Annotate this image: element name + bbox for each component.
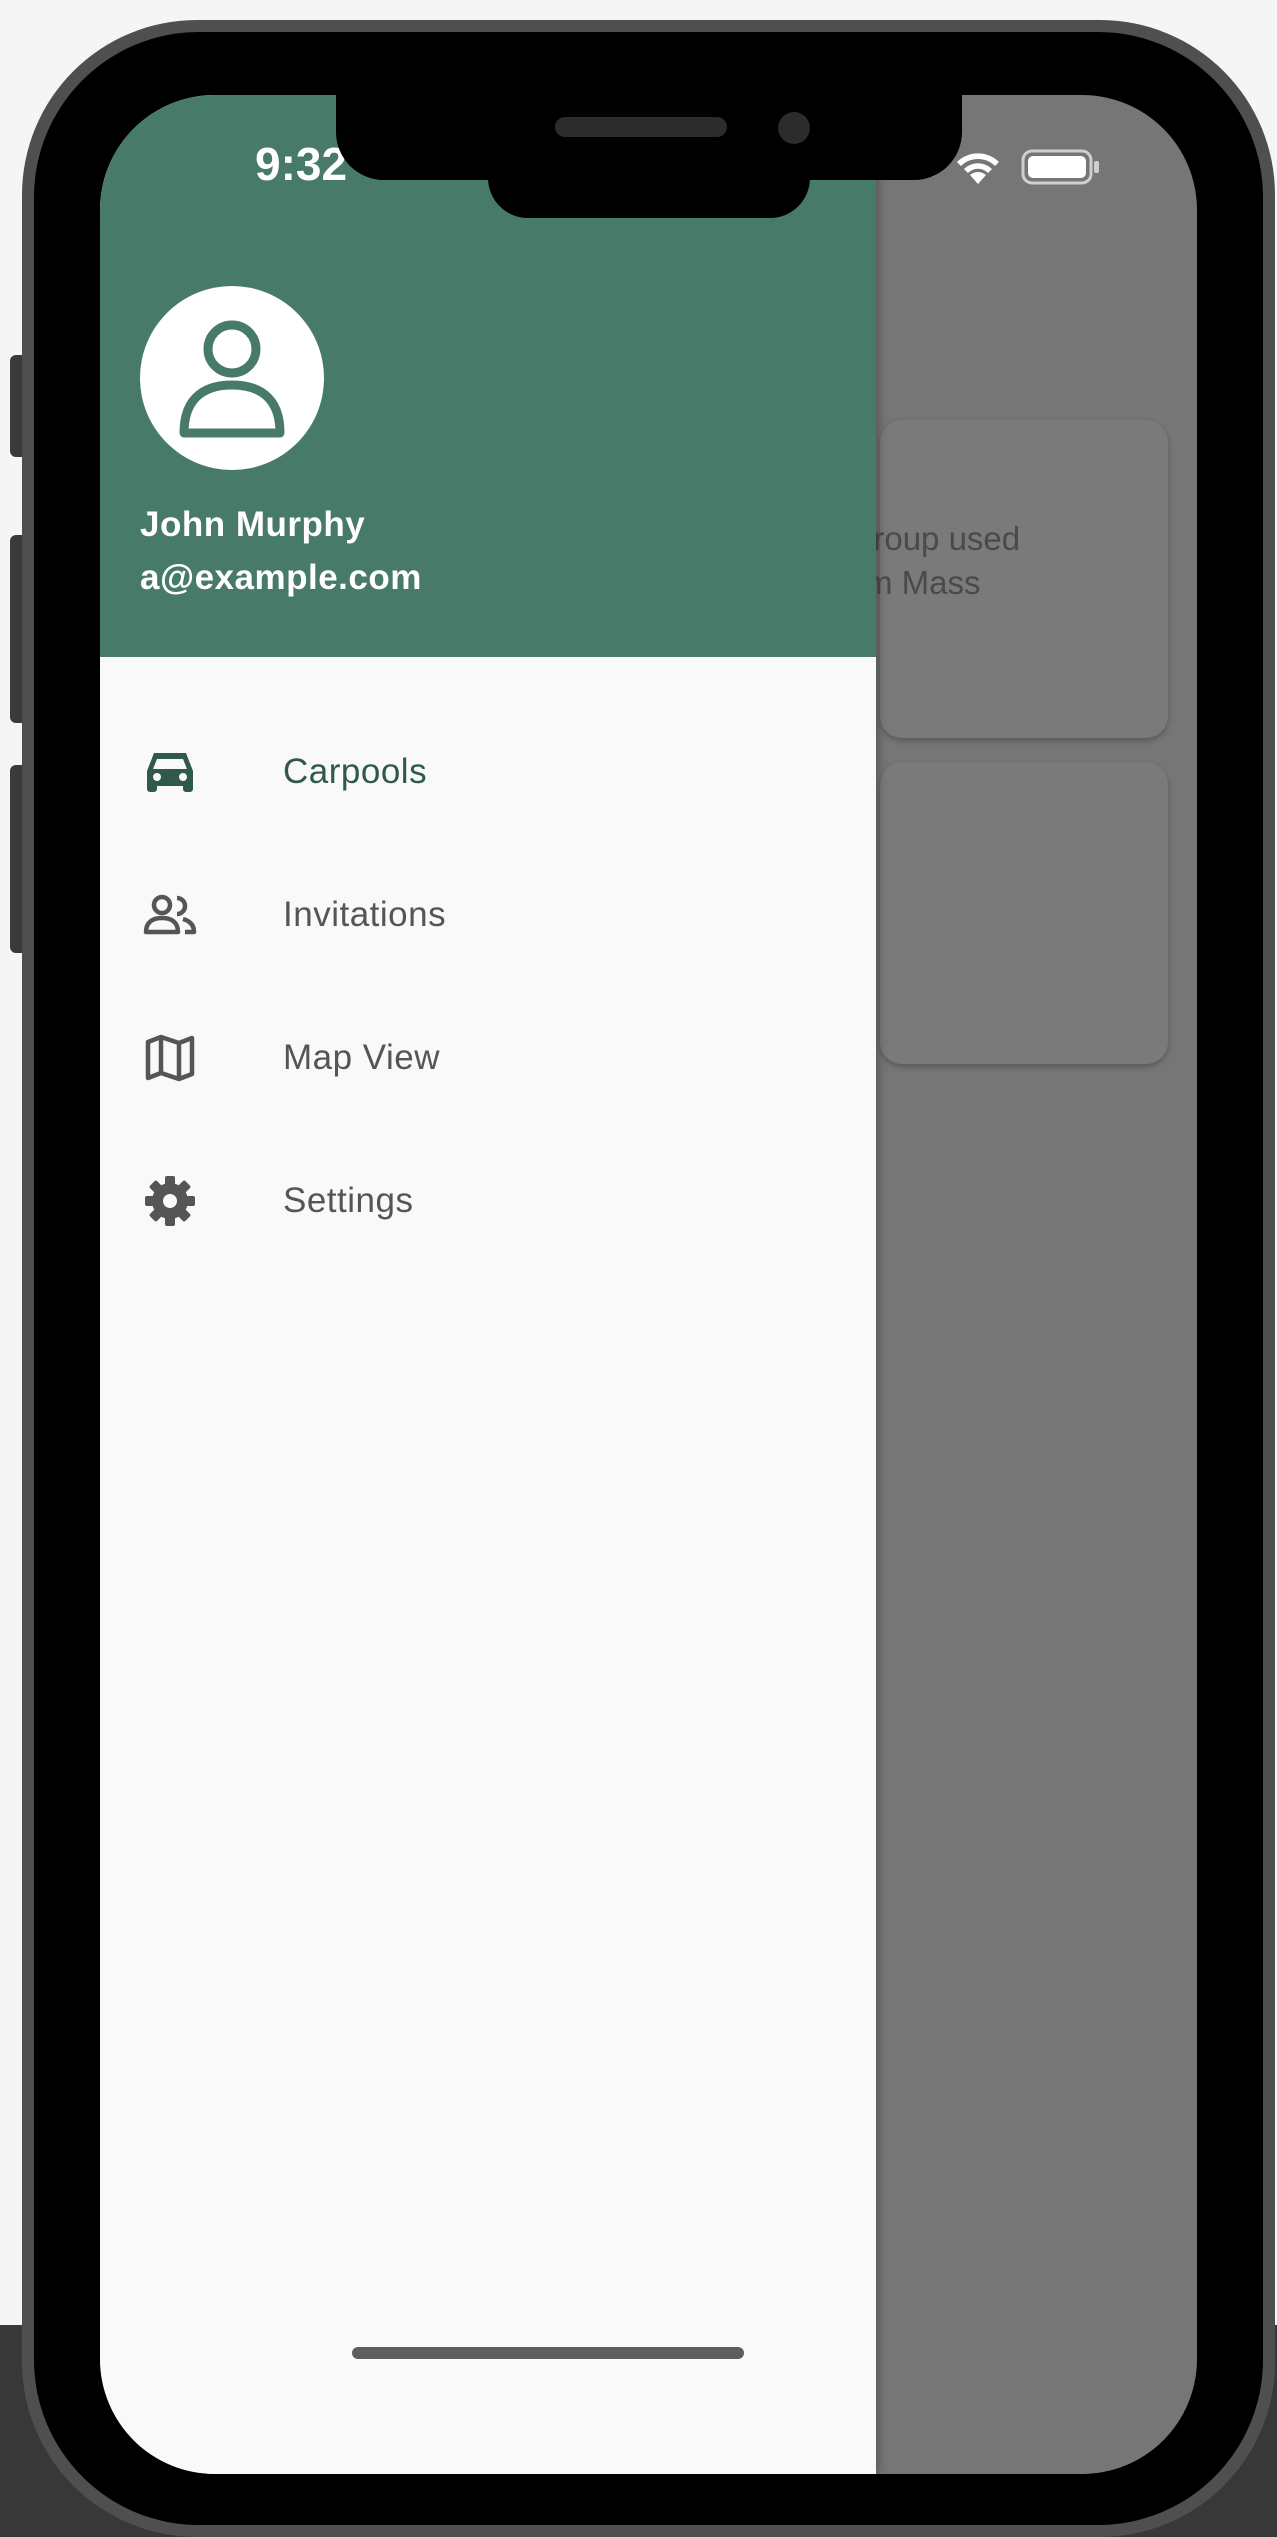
phone-notch-lip: [488, 170, 810, 218]
user-email: a@example.com: [140, 558, 422, 597]
menu-item-invitations[interactable]: Invitations: [100, 843, 876, 986]
speaker-grille: [555, 117, 727, 137]
home-indicator[interactable]: [352, 2347, 744, 2359]
people-icon: [142, 887, 198, 943]
menu-item-map-view[interactable]: Map View: [100, 986, 876, 1129]
phone-screen: group used m Mass 9:32 John Murphy a@exa…: [100, 95, 1197, 2474]
status-time: 9:32: [255, 138, 348, 190]
map-icon: [142, 1030, 198, 1086]
background-card[interactable]: [880, 762, 1168, 1064]
menu-item-settings[interactable]: Settings: [100, 1129, 876, 1272]
menu-item-carpools[interactable]: Carpools: [100, 700, 876, 843]
avatar[interactable]: [140, 286, 324, 470]
menu-item-label: Settings: [283, 1180, 414, 1220]
menu-item-label: Carpools: [283, 751, 428, 791]
background-card-text: group used m Mass: [855, 520, 1021, 601]
menu-item-label: Invitations: [283, 894, 447, 934]
phone-notch: [336, 95, 962, 180]
menu-item-label: Map View: [283, 1037, 441, 1077]
gear-icon: [142, 1173, 198, 1229]
wifi-icon: [957, 153, 999, 184]
battery-icon: [1021, 149, 1099, 185]
person-icon: [179, 320, 285, 438]
car-icon: [142, 744, 198, 800]
front-camera: [778, 112, 810, 144]
user-name: John Murphy: [140, 505, 366, 544]
navigation-drawer: 9:32 John Murphy a@example.com Carpools: [100, 95, 876, 2474]
